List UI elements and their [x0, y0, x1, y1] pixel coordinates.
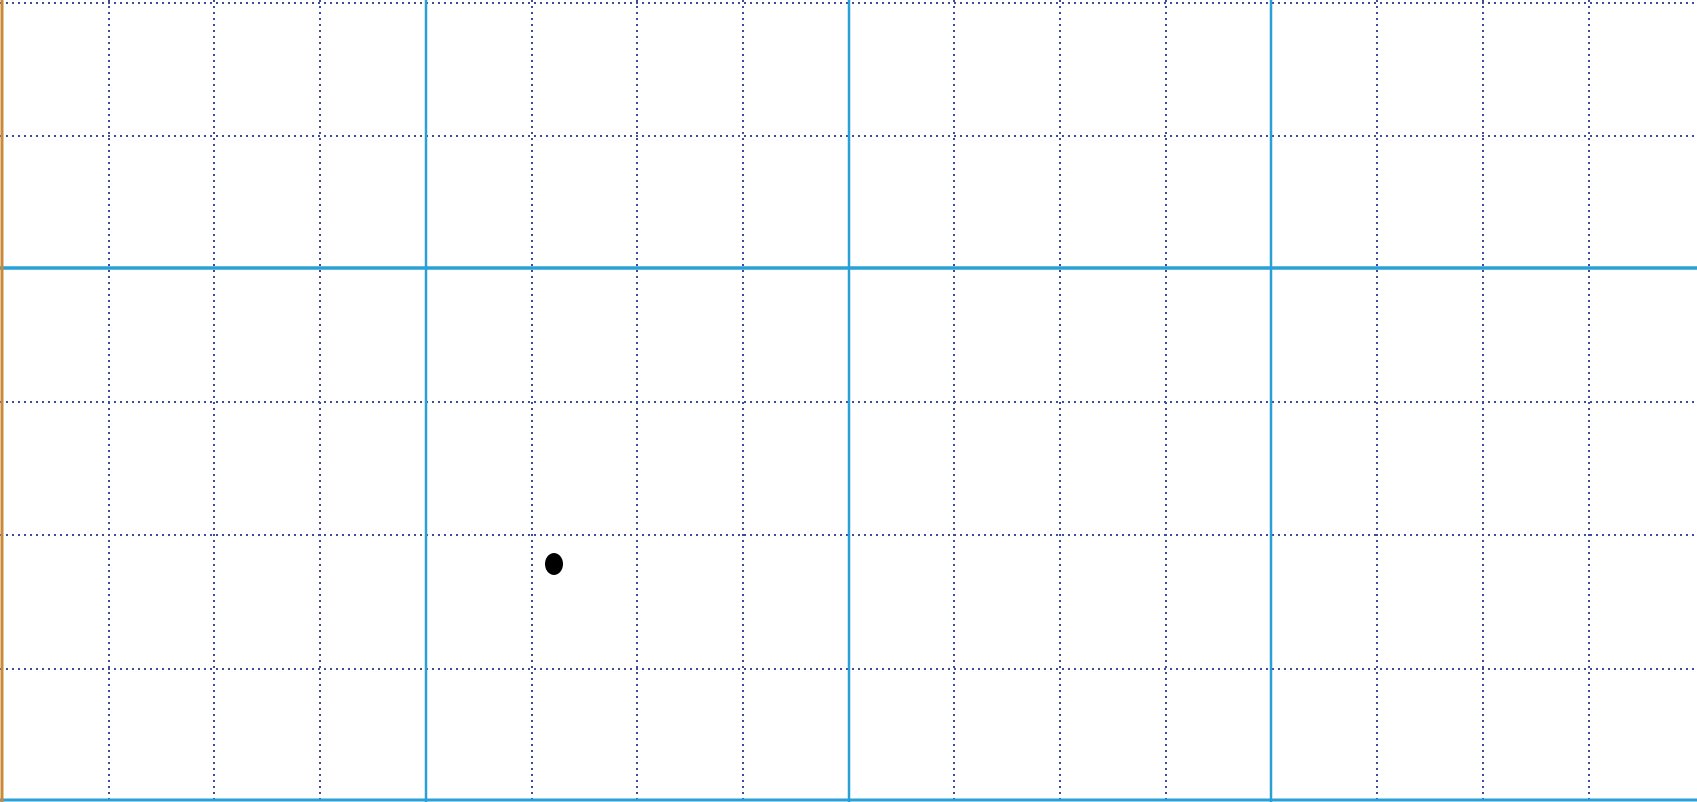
grid-surface[interactable] [0, 0, 1697, 802]
point-marker-icon[interactable] [545, 553, 563, 575]
graph-paper-canvas[interactable] [0, 0, 1697, 802]
